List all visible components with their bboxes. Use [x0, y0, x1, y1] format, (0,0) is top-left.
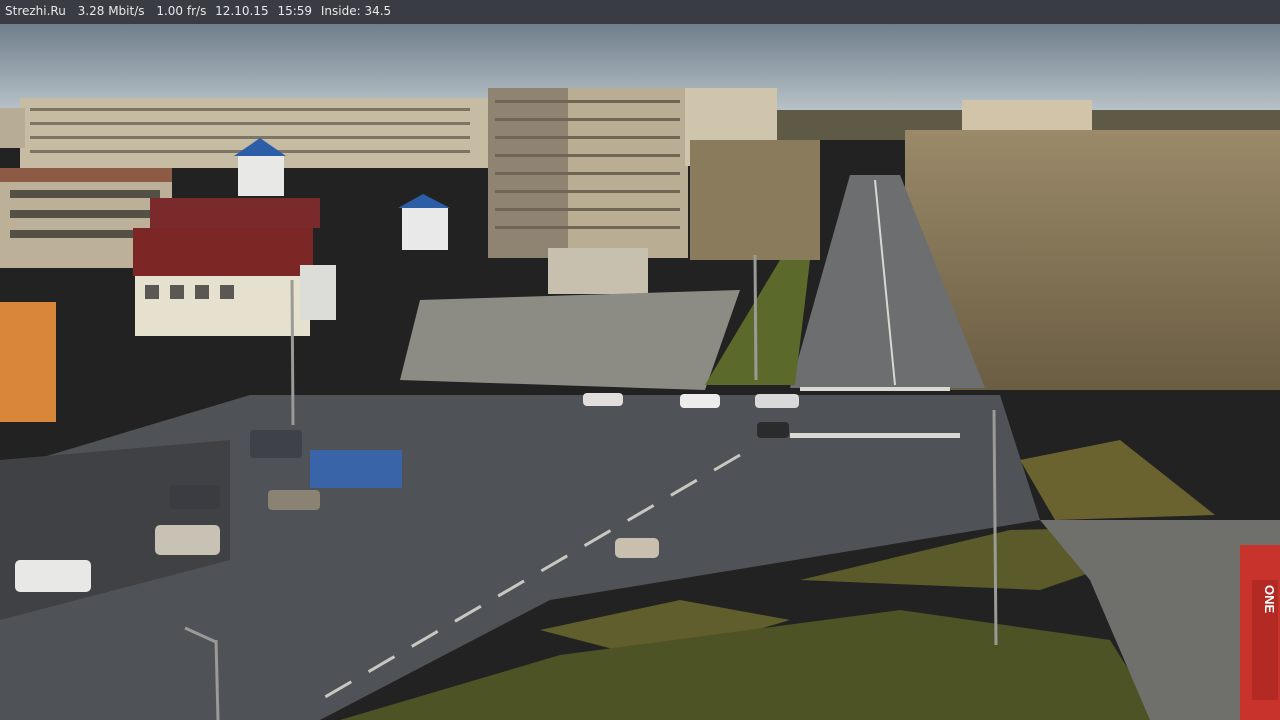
- time-readout: 15:59: [277, 4, 313, 18]
- storefront-sign: ONE: [1262, 585, 1277, 614]
- bitrate-readout: 3.28 Mbit/s: [77, 4, 145, 18]
- webcam-frame: Strezhi.Ru 3.28 Mbit/s 1.00 fr/s 12.10.1…: [0, 0, 1280, 720]
- street-scene: [0, 24, 1280, 720]
- site-name: Strezhi.Ru: [5, 4, 66, 18]
- billboard: [300, 265, 336, 320]
- temperature-readout: Inside: 34.5: [320, 4, 392, 18]
- plaza: [400, 290, 740, 390]
- storefront-right: [1240, 545, 1280, 720]
- orange-building-left: [0, 302, 56, 422]
- camera-osd-bar: Strezhi.Ru 3.28 Mbit/s 1.00 fr/s 12.10.1…: [0, 0, 1280, 24]
- framerate-readout: 1.00 fr/s: [156, 4, 207, 18]
- blue-roof-kiosk: [398, 194, 450, 250]
- date-readout: 12.10.15: [215, 4, 269, 18]
- low-building: [548, 248, 648, 294]
- trees-left: [690, 140, 820, 260]
